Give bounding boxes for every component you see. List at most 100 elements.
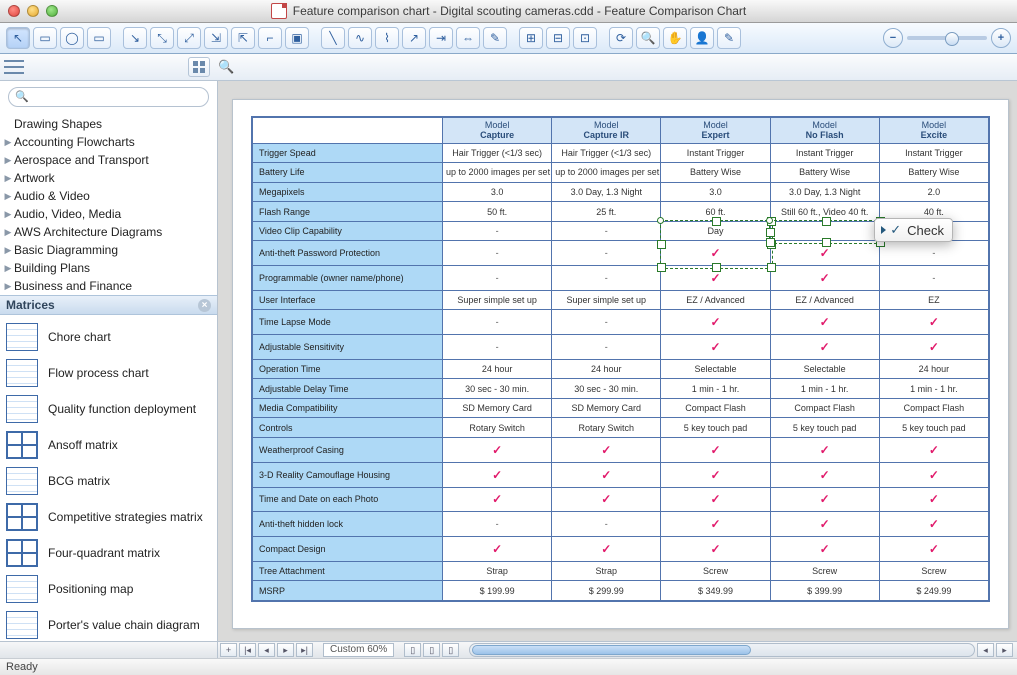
tool-refresh[interactable]: ⟳ [609,27,633,49]
pages-thumb-1[interactable]: ▯ [404,643,421,657]
table-cell[interactable]: Screw [661,561,770,581]
table-cell[interactable]: 1 min - 1 hr. [770,379,879,399]
table-cell[interactable]: 30 sec - 30 min. [443,379,552,399]
table-cell[interactable]: - [443,335,552,360]
table-cell[interactable]: ✓ [879,438,988,463]
category-item[interactable]: ▶Building Plans [0,259,217,277]
table-cell[interactable]: - [552,335,661,360]
tool-connector-6[interactable]: ⌐ [258,27,282,49]
add-page-button[interactable]: + [220,643,237,657]
table-cell[interactable]: Strap [552,561,661,581]
table-cell[interactable]: $ 299.99 [552,581,661,601]
table-cell[interactable]: 60 ft. [661,202,770,222]
table-cell[interactable]: ✓ [443,438,552,463]
zoom-slider[interactable] [907,36,987,40]
table-cell[interactable]: Hair Trigger (<1/3 sec) [552,143,661,163]
table-cell[interactable]: $ 399.99 [770,581,879,601]
table-cell[interactable]: Day [661,221,770,241]
table-cell[interactable]: ✓ [661,537,770,562]
zoom-slider-thumb[interactable] [945,32,959,46]
shape-item[interactable]: Positioning map [0,571,217,607]
shape-item[interactable]: Ansoff matrix [0,427,217,463]
tool-ellipse[interactable]: ◯ [60,27,84,49]
table-cell[interactable]: - [443,266,552,291]
table-row[interactable]: Anti-theft hidden lock--✓✓✓ [253,512,989,537]
table-cell[interactable] [770,221,879,241]
tool-layout-3[interactable]: ⊡ [573,27,597,49]
tool-line-7[interactable]: ✎ [483,27,507,49]
table-row[interactable]: MSRP$ 199.99$ 299.99$ 349.99$ 399.99$ 24… [253,581,989,601]
table-cell[interactable]: ✓ [879,462,988,487]
pages-thumb-3[interactable]: ▯ [442,643,459,657]
table-cell[interactable]: ✓ [879,487,988,512]
shape-item[interactable]: BCG matrix [0,463,217,499]
table-cell[interactable]: EZ / Advanced [770,290,879,310]
zoom-window-button[interactable] [46,5,58,17]
close-icon[interactable]: × [198,299,211,312]
smart-popup[interactable]: ✓ Check [874,218,953,242]
tool-connector-2[interactable]: ⤡ [150,27,174,49]
table-cell[interactable]: 5 key touch pad [770,418,879,438]
table-row[interactable]: Adjustable Delay Time30 sec - 30 min.30 … [253,379,989,399]
tool-connector-4[interactable]: ⇲ [204,27,228,49]
table-cell[interactable]: ✓ [879,335,988,360]
table-cell[interactable]: ✓ [770,335,879,360]
table-cell[interactable]: ✓ [770,462,879,487]
table-cell[interactable]: ✓ [552,438,661,463]
table-cell[interactable]: Instant Trigger [879,143,988,163]
table-cell[interactable]: - [443,310,552,335]
table-row[interactable]: Anti-theft Password Protection--✓✓- [253,241,989,266]
zoom-in-button[interactable]: + [991,28,1011,48]
section-header-matrices[interactable]: Matrices × [0,295,217,315]
table-cell[interactable]: SD Memory Card [552,398,661,418]
table-cell[interactable]: ✓ [661,438,770,463]
tool-eyedropper[interactable]: ✎ [717,27,741,49]
table-cell[interactable]: Battery Wise [770,163,879,183]
canvas-area[interactable]: ModelCaptureModelCapture IRModelExpertMo… [218,81,1017,641]
table-cell[interactable]: Compact Flash [770,398,879,418]
table-cell[interactable]: 3.0 Day, 1.3 Night [552,182,661,202]
tool-connector-3[interactable]: ⤢ [177,27,201,49]
category-item[interactable]: ▶Audio & Video [0,187,217,205]
table-cell[interactable]: SD Memory Card [443,398,552,418]
table-cell[interactable]: Compact Flash [879,398,988,418]
tool-line-4[interactable]: ↗ [402,27,426,49]
table-cell[interactable]: Compact Flash [661,398,770,418]
table-cell[interactable]: 3.0 [443,182,552,202]
table-cell[interactable]: 24 hour [552,359,661,379]
table-cell[interactable]: 24 hour [879,359,988,379]
table-cell[interactable]: ✓ [770,512,879,537]
table-cell[interactable]: EZ / Advanced [661,290,770,310]
shape-item[interactable]: Flow process chart [0,355,217,391]
table-row[interactable]: Megapixels3.03.0 Day, 1.3 Night3.03.0 Da… [253,182,989,202]
horizontal-scrollbar[interactable] [469,643,975,657]
table-row[interactable]: Time Lapse Mode--✓✓✓ [253,310,989,335]
table-row[interactable]: Tree AttachmentStrapStrapScrewScrewScrew [253,561,989,581]
table-cell[interactable]: - [552,241,661,266]
table-cell[interactable]: ✓ [770,241,879,266]
tool-connector-7[interactable]: ▣ [285,27,309,49]
tool-pointer[interactable]: ↖ [6,27,30,49]
category-item[interactable]: ▶Aerospace and Transport [0,151,217,169]
table-cell[interactable]: 25 ft. [552,202,661,222]
table-cell[interactable]: - [443,512,552,537]
table-cell[interactable]: 30 sec - 30 min. [552,379,661,399]
pages-thumb-2[interactable]: ▯ [423,643,440,657]
tool-pan[interactable]: ✋ [663,27,687,49]
table-cell[interactable]: - [879,266,988,291]
table-cell[interactable]: - [552,310,661,335]
table-cell[interactable]: ✓ [661,241,770,266]
table-row[interactable]: Weatherproof Casing✓✓✓✓✓ [253,438,989,463]
table-cell[interactable]: - [552,266,661,291]
category-item[interactable]: ▶AWS Architecture Diagrams [0,223,217,241]
table-cell[interactable]: 50 ft. [443,202,552,222]
table-row[interactable]: Battery Lifeup to 2000 images per setup … [253,163,989,183]
table-cell[interactable]: Selectable [770,359,879,379]
table-row[interactable]: Media CompatibilitySD Memory CardSD Memo… [253,398,989,418]
tool-layout-2[interactable]: ⊟ [546,27,570,49]
close-window-button[interactable] [8,5,20,17]
shape-item[interactable]: Four-quadrant matrix [0,535,217,571]
search-icon[interactable]: 🔍 [218,59,234,75]
table-cell[interactable]: up to 2000 images per set [443,163,552,183]
table-row[interactable]: User InterfaceSuper simple set upSuper s… [253,290,989,310]
